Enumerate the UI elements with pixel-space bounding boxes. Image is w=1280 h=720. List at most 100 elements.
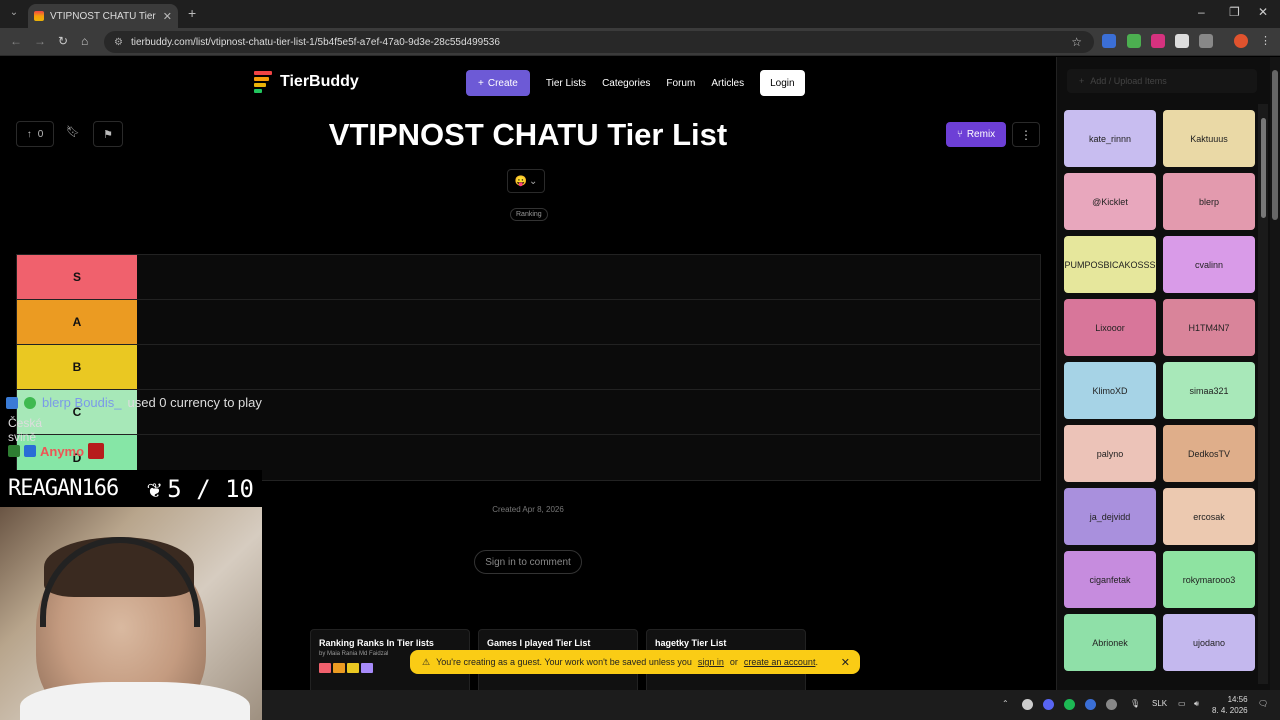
reaction-emoji: 😛 [514, 175, 528, 187]
bookmark-star-icon[interactable]: ☆ [1071, 35, 1082, 49]
volume-icon[interactable]: 🔊︎ [1194, 699, 1199, 709]
window-close-icon[interactable]: ✕ [1258, 5, 1268, 19]
sign-in-link[interactable]: sign in [698, 657, 724, 667]
tier-item[interactable]: blerp [1163, 173, 1255, 230]
tier-row-s: S [17, 255, 1040, 300]
toast-close-icon[interactable]: ✕ [841, 656, 850, 669]
badge-icon [24, 445, 36, 457]
extension-icon[interactable] [1127, 34, 1141, 48]
tier-item[interactable]: Abrionek [1064, 614, 1156, 671]
login-button[interactable]: Login [760, 70, 805, 96]
tier-item[interactable]: ercosak [1163, 488, 1255, 545]
tier-board: S A B C D [16, 254, 1041, 481]
tier-item[interactable]: ja_dejvidd [1064, 488, 1156, 545]
tier-item[interactable]: Kaktuuus [1163, 110, 1255, 167]
steam-icon[interactable] [1085, 699, 1096, 710]
tier-item[interactable]: rokymarooo3 [1163, 551, 1255, 608]
nav-tier-lists[interactable]: Tier Lists [546, 78, 586, 89]
discord-icon[interactable] [1043, 699, 1054, 710]
tray-overflow-icon[interactable]: ⌃ [1002, 699, 1009, 708]
profile-avatar[interactable] [1234, 34, 1248, 48]
butterfly-icon: ❦ [146, 474, 162, 503]
remix-label: Remix [966, 129, 996, 140]
chat-username: Anymo [40, 443, 85, 459]
browser-menu-icon[interactable]: ⋮ [1260, 34, 1274, 48]
spotify-icon[interactable] [1064, 699, 1075, 710]
tier-drop-zone[interactable] [137, 435, 1040, 480]
tier-label: B [17, 345, 137, 389]
more-options-icon[interactable]: ⋮ [1012, 122, 1040, 147]
tier-item[interactable]: kate_rinnn [1064, 110, 1156, 167]
tab-search-chevron-icon[interactable]: ⌄ [6, 5, 22, 21]
tier-drop-zone[interactable] [137, 255, 1040, 299]
card-title: Games I played Tier List [487, 638, 591, 648]
tier-drop-zone[interactable] [137, 345, 1040, 389]
tier-item[interactable]: cvalinn [1163, 236, 1255, 293]
network-icon[interactable]: ▭ [1178, 699, 1186, 708]
logo-mark-icon [254, 71, 272, 93]
extension-icon[interactable] [1175, 34, 1189, 48]
streamer-name: REAGAN166 [8, 476, 119, 501]
category-tag[interactable]: Ranking [510, 208, 548, 221]
chat-message: used 0 currency to play [127, 395, 262, 410]
tier-item[interactable]: KlimoXD [1064, 362, 1156, 419]
site-logo[interactable]: TierBuddy [254, 71, 359, 93]
clock-time: 14:56 [1227, 695, 1248, 704]
tier-drop-zone[interactable] [137, 300, 1040, 344]
tier-row-a: A [17, 300, 1040, 345]
tray-app-icon[interactable] [1022, 699, 1033, 710]
tab-close-icon[interactable]: ✕ [163, 10, 172, 23]
page-scroll-thumb[interactable] [1272, 70, 1278, 220]
language-indicator[interactable]: SLK [1152, 699, 1167, 708]
microphone-icon[interactable]: 🎙︎ [1130, 699, 1140, 708]
plus-icon: + [478, 77, 484, 89]
tier-item[interactable]: Lixooor [1064, 299, 1156, 356]
sidebar-scroll-thumb[interactable] [1261, 118, 1266, 218]
site-info-icon[interactable]: ⚙ [114, 37, 123, 48]
nav-forum[interactable]: Forum [666, 78, 695, 89]
chat-username: blerp Boudis_ [42, 395, 122, 410]
logo-text: TierBuddy [280, 73, 359, 90]
add-upload-items-input[interactable]: + Add / Upload Items [1067, 69, 1257, 93]
toast-or: or [729, 657, 738, 667]
nav-articles[interactable]: Articles [711, 78, 744, 89]
reload-icon[interactable]: ↻ [58, 34, 68, 48]
browser-tab[interactable]: VTIPNOST CHATU Tier List | Tie ✕ [28, 4, 178, 28]
nav-categories[interactable]: Categories [602, 78, 650, 89]
minimize-icon[interactable]: – [1198, 5, 1205, 19]
tier-item[interactable]: PUMPOSBICAKOSSS [1064, 236, 1156, 293]
tier-item[interactable]: @Kicklet [1064, 173, 1156, 230]
badge-icon [8, 445, 20, 457]
webcam-feed [0, 507, 262, 720]
tierbuddy-favicon-icon [34, 11, 44, 21]
sign-in-to-comment-button[interactable]: Sign in to comment [474, 550, 582, 574]
tier-item[interactable]: DedkosTV [1163, 425, 1255, 482]
home-icon[interactable]: ⌂ [81, 34, 88, 48]
tier-item[interactable]: ciganfetak [1064, 551, 1156, 608]
windows-taskbar [262, 690, 1280, 720]
restore-icon[interactable]: ❐ [1229, 5, 1240, 19]
extension-icon[interactable] [1151, 34, 1165, 48]
tier-label: A [17, 300, 137, 344]
remix-button[interactable]: ⑂ Remix [946, 122, 1006, 147]
notification-icon[interactable]: 🗨︎ [1258, 699, 1268, 708]
tier-item[interactable]: H1TM4N7 [1163, 299, 1255, 356]
tab-title: VTIPNOST CHATU Tier List | Tie [50, 10, 159, 22]
back-icon[interactable]: ← [10, 34, 22, 48]
tray-app-icon[interactable] [1106, 699, 1117, 710]
extension-icon[interactable] [1102, 34, 1116, 48]
create-account-link[interactable]: create an account [744, 657, 816, 667]
tier-item[interactable]: ujodano [1163, 614, 1255, 671]
tier-item[interactable]: palyno [1064, 425, 1156, 482]
plus-icon: + [1079, 76, 1085, 86]
create-button[interactable]: + Create [466, 70, 530, 96]
tier-item[interactable]: simaa321 [1163, 362, 1255, 419]
system-clock[interactable]: 14:56 8. 4. 2026 [1212, 694, 1248, 716]
clock-date: 8. 4. 2026 [1212, 706, 1248, 715]
new-tab-button[interactable]: + [188, 5, 196, 21]
forward-icon[interactable]: → [34, 34, 46, 48]
extensions-puzzle-icon[interactable] [1199, 34, 1213, 48]
url-field[interactable]: ⚙ tierbuddy.com/list/vtipnost-chatu-tier… [104, 31, 1094, 53]
reaction-dropdown[interactable]: 😛 ⌄ [507, 169, 545, 193]
chat-line: Česká svině [8, 416, 43, 444]
